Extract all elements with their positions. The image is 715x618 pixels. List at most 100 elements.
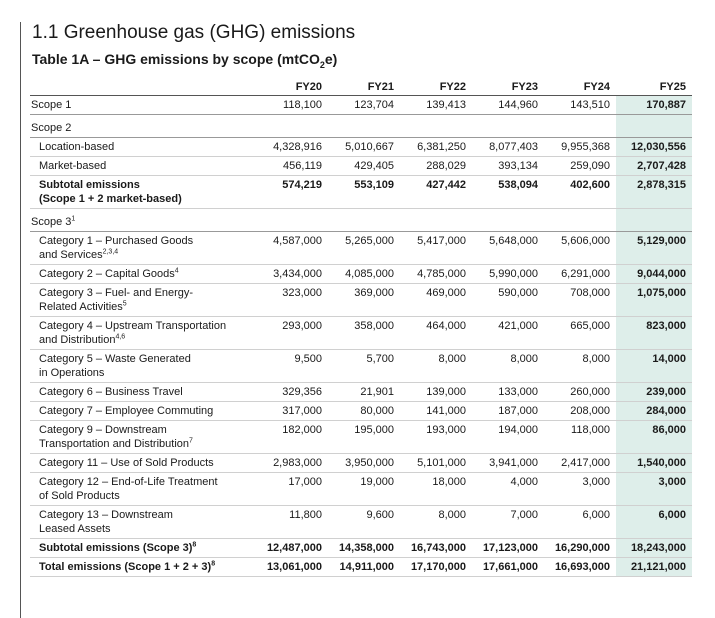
- value-cell: 21,901: [328, 382, 400, 402]
- value-cell: [256, 114, 328, 138]
- footnote-ref: 4,6: [115, 333, 126, 341]
- row-label-text: Category 1 – Purchased Goods: [39, 235, 194, 247]
- col-header: FY21: [328, 78, 400, 96]
- value-cell: 421,000: [472, 316, 544, 350]
- row-label: Scope 2: [30, 114, 256, 138]
- value-cell: 5,265,000: [328, 231, 400, 265]
- value-cell: 21,121,000: [616, 557, 692, 577]
- value-cell: 144,960: [472, 95, 544, 115]
- table-row-scope1: Scope 1 118,100 123,704 139,413 144,960 143,5…: [30, 95, 692, 115]
- row-label: Market-based: [30, 156, 256, 176]
- table-row-subtotal2: Subtotal emissions (Scope 1 + 2 market-ba…: [30, 175, 692, 209]
- row-label: Category 11 – Use of Sold Products: [30, 453, 256, 473]
- value-cell: [472, 208, 544, 232]
- value-cell: 14,000: [616, 349, 692, 383]
- value-cell: [256, 208, 328, 232]
- row-label-text: Scope 2: [31, 122, 72, 134]
- row-label-text: Total emissions (Scope 1 + 2 + 3): [39, 561, 212, 573]
- value-cell: 194,000: [472, 420, 544, 454]
- value-cell: 208,000: [544, 401, 616, 421]
- value-cell: 5,010,667: [328, 137, 400, 157]
- table-row-cat11: Category 11 – Use of Sold Products 2,983,…: [30, 453, 692, 473]
- value-cell: 590,000: [472, 283, 544, 317]
- row-label: Scope 31: [30, 208, 256, 232]
- value-cell: 9,600: [328, 505, 400, 539]
- footnote-ref: 1: [71, 215, 76, 223]
- row-label-text: Category 6 – Business Travel: [39, 386, 183, 398]
- value-cell: 17,123,000: [472, 538, 544, 558]
- row-label-text: Subtotal emissions: [39, 179, 140, 191]
- value-cell: 6,000: [544, 505, 616, 539]
- value-cell: 5,990,000: [472, 264, 544, 284]
- value-cell: 708,000: [544, 283, 616, 317]
- row-label: Category 9 – Downstream Transportation an…: [30, 420, 256, 454]
- value-cell: 665,000: [544, 316, 616, 350]
- value-cell: 5,648,000: [472, 231, 544, 265]
- row-label-text: Location-based: [39, 141, 115, 153]
- emissions-table: FY20 FY21 FY22 FY23 FY24 FY25 Scope 1 118…: [30, 78, 692, 577]
- row-label-text-2: in Operations: [39, 367, 105, 379]
- value-cell: 1,075,000: [616, 283, 692, 317]
- value-cell: 323,000: [256, 283, 328, 317]
- table-row-cat3: Category 3 – Fuel- and Energy- Related Ac…: [30, 283, 692, 317]
- value-cell: 358,000: [328, 316, 400, 350]
- value-cell: 16,693,000: [544, 557, 616, 577]
- table-title: Table 1A – GHG emissions by scope (mtCO2…: [32, 51, 338, 70]
- value-cell: 8,000: [400, 349, 472, 383]
- value-cell: 8,000: [472, 349, 544, 383]
- value-cell: [544, 208, 616, 232]
- value-cell: 133,000: [472, 382, 544, 402]
- value-cell: [616, 114, 692, 138]
- value-cell: 4,785,000: [400, 264, 472, 284]
- table-row-cat12: Category 12 – End-of-Life Treatment of So…: [30, 472, 692, 506]
- value-cell: 3,941,000: [472, 453, 544, 473]
- value-cell: 14,358,000: [328, 538, 400, 558]
- row-label: Category 4 – Upstream Transportation and …: [30, 316, 256, 350]
- table-row-cat2: Category 2 – Capital Goods4 3,434,000 4,08…: [30, 264, 692, 284]
- value-cell: 823,000: [616, 316, 692, 350]
- value-cell: 427,442: [400, 175, 472, 209]
- row-label-text-2: of Sold Products: [39, 490, 120, 502]
- value-cell: 538,094: [472, 175, 544, 209]
- value-cell: 13,061,000: [256, 557, 328, 577]
- value-cell: 182,000: [256, 420, 328, 454]
- footnote-ref: 2,3,4: [102, 248, 119, 256]
- row-label: Category 2 – Capital Goods4: [30, 264, 256, 284]
- row-label: Category 1 – Purchased Goods and Services…: [30, 231, 256, 265]
- row-label-text-2: (Scope 1 + 2 market-based): [39, 193, 182, 205]
- value-cell: 5,101,000: [400, 453, 472, 473]
- value-cell: 2,983,000: [256, 453, 328, 473]
- row-label-text: Subtotal emissions (Scope 3): [39, 542, 193, 554]
- value-cell: 8,000: [400, 505, 472, 539]
- value-cell: 429,405: [328, 156, 400, 176]
- value-cell: 329,356: [256, 382, 328, 402]
- row-label-text: Market-based: [39, 160, 107, 172]
- value-cell: 5,700: [328, 349, 400, 383]
- value-cell: [328, 208, 400, 232]
- value-cell: 456,119: [256, 156, 328, 176]
- value-cell: 187,000: [472, 401, 544, 421]
- footnote-ref: 4: [174, 267, 179, 275]
- value-cell: 17,000: [256, 472, 328, 506]
- row-label: Subtotal emissions (Scope 3)8: [30, 538, 256, 558]
- col-header: FY20: [256, 78, 328, 96]
- value-cell: 18,000: [400, 472, 472, 506]
- value-cell: 317,000: [256, 401, 328, 421]
- row-label-text: Category 4 – Upstream Transportation: [39, 320, 227, 332]
- row-label-text: Scope 3: [31, 216, 72, 228]
- row-label-text: Category 5 – Waste Generated: [39, 353, 191, 365]
- value-cell: 195,000: [328, 420, 400, 454]
- value-cell: 393,134: [472, 156, 544, 176]
- col-header: FY23: [472, 78, 544, 96]
- value-cell: 553,109: [328, 175, 400, 209]
- value-cell: 574,219: [256, 175, 328, 209]
- row-label-text: Category 9 – Downstream: [39, 424, 167, 436]
- row-label: Total emissions (Scope 1 + 2 + 3)8: [30, 557, 256, 577]
- value-cell: 9,955,368: [544, 137, 616, 157]
- col-header: FY25: [616, 78, 692, 96]
- value-cell: 3,434,000: [256, 264, 328, 284]
- row-label-text: Category 11 – Use of Sold Products: [39, 457, 214, 469]
- value-cell: 4,085,000: [328, 264, 400, 284]
- value-cell: 9,500: [256, 349, 328, 383]
- row-label-text: Category 2 – Capital Goods: [39, 268, 175, 280]
